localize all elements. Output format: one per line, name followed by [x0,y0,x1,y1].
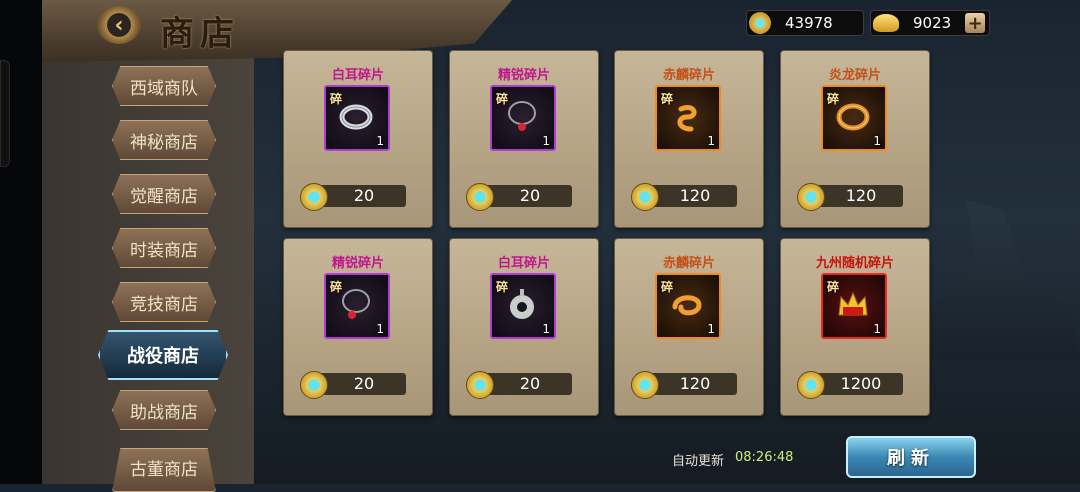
page-title: 商店 [160,14,240,54]
item-icon-frame: 碎 1 [655,85,721,151]
refresh-button[interactable]: 刷新 [846,436,976,478]
necklace-icon [342,289,370,319]
item-icon-frame: 碎 1 [821,273,887,339]
device-notch [0,60,10,167]
item-price: 20 [353,186,375,205]
gem-coin-icon [466,371,494,399]
dragon-pendant-icon [677,105,697,132]
tab-support-shop[interactable]: 助战商店 [112,390,216,430]
item-name: 赤麟碎片 [662,68,715,83]
shop-item-card[interactable]: 白耳碎片 碎 1 20 [283,50,433,228]
shop-item-card[interactable]: 精锐碎片 碎 1 20 [449,50,599,228]
item-icon-frame: 碎 1 [324,273,390,339]
fragment-badge: 碎 [661,280,674,294]
gem-coin-icon [797,371,825,399]
item-count: 1 [873,134,881,148]
fragment-badge: 碎 [661,92,674,106]
jade-disc-icon [510,289,534,319]
item-price: 1200 [840,374,882,393]
fragment-badge: 碎 [496,92,509,106]
item-count: 1 [376,322,384,336]
item-count: 1 [542,322,550,336]
tab-campaign-shop[interactable]: 战役商店 [98,330,228,380]
item-count: 1 [376,134,384,148]
gem-coin-icon [797,183,825,211]
add-gold-button[interactable]: + [965,13,986,34]
gem-balance: 43978 [746,10,864,36]
tab-fashion-shop[interactable]: 时装商店 [112,228,216,268]
item-count: 1 [707,322,715,336]
gold-bracelet-icon [672,295,702,316]
tab-western-caravan[interactable]: 西域商队 [112,66,216,106]
gem-coin-icon [631,371,659,399]
tab-antique-shop[interactable]: 古董商店 [112,448,216,492]
auto-refresh-label: 自动更新 [672,454,725,469]
item-name: 精锐碎片 [331,256,384,271]
crown-icon [838,291,868,316]
shop-item-card[interactable]: 九州随机碎片 碎 1 1200 [780,238,930,416]
gem-coin-icon [300,371,328,399]
fragment-badge: 碎 [330,92,343,106]
item-name: 精锐碎片 [497,68,550,83]
silver-ring-icon [339,104,373,130]
back-button[interactable]: ‹ [97,6,141,44]
fire-dragon-bangle-icon [836,103,870,131]
item-price: 20 [519,186,541,205]
item-price: 20 [353,374,375,393]
gem-coin-icon [631,183,659,211]
gem-amount: 43978 [785,14,833,32]
shop-item-card[interactable]: 炎龙碎片 碎 1 120 [780,50,930,228]
item-count: 1 [542,134,550,148]
gem-coin-icon [300,183,328,211]
shop-item-card[interactable]: 精锐碎片 碎 1 20 [283,238,433,416]
gem-coin-icon [749,12,771,34]
shop-item-card[interactable]: 赤麟碎片 碎 1 120 [614,50,764,228]
item-icon-frame: 碎 1 [490,85,556,151]
shop-item-card[interactable]: 赤麟碎片 碎 1 120 [614,238,764,416]
item-price: 120 [679,186,711,205]
item-count: 1 [873,322,881,336]
item-price: 120 [845,186,877,205]
gold-ingot-icon [873,14,899,32]
item-price: 20 [519,374,541,393]
tab-mystery-shop[interactable]: 神秘商店 [112,120,216,160]
item-icon-frame: 碎 1 [324,85,390,151]
item-name: 炎龙碎片 [828,68,881,83]
item-count: 1 [707,134,715,148]
refresh-timer: 08:26:48 [735,450,794,465]
tab-awakening-shop[interactable]: 觉醒商店 [112,174,216,214]
item-name: 赤麟碎片 [662,256,715,271]
fragment-badge: 碎 [330,280,343,294]
gold-amount: 9023 [913,14,952,32]
screen-edge [0,0,42,484]
item-name: 白耳碎片 [497,256,550,271]
necklace-icon [508,101,536,131]
item-icon-frame: 碎 1 [655,273,721,339]
item-name: 白耳碎片 [331,68,384,83]
item-icon-frame: 碎 1 [490,273,556,339]
tab-arena-shop[interactable]: 竞技商店 [112,282,216,322]
gem-coin-icon [466,183,494,211]
item-name: 九州随机碎片 [815,256,894,271]
item-icon-frame: 碎 1 [821,85,887,151]
item-price: 120 [679,374,711,393]
fragment-badge: 碎 [496,280,509,294]
gold-balance: 9023 + [870,10,990,36]
shop-item-card[interactable]: 白耳碎片 碎 1 20 [449,238,599,416]
fragment-badge: 碎 [827,280,840,294]
fragment-badge: 碎 [827,92,840,106]
back-arrow-icon: ‹ [114,12,124,38]
